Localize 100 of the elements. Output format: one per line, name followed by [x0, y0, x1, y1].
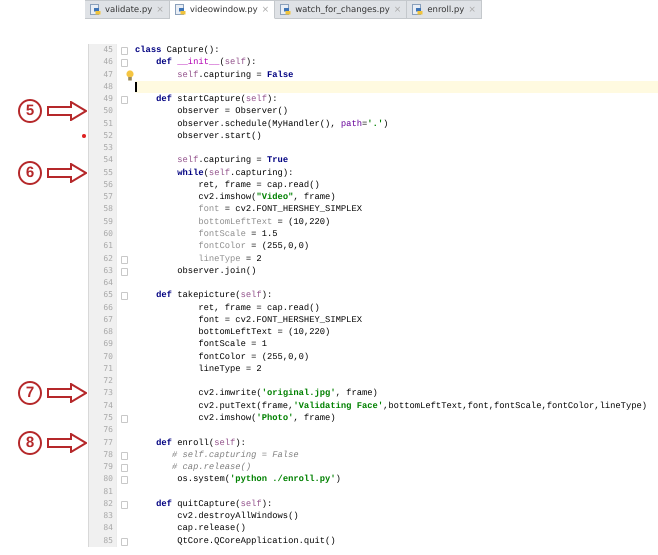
line-number: 50: [88, 105, 116, 118]
code-line: self.capturing = False: [176, 70, 294, 80]
line-number: 82: [88, 498, 116, 510]
code-line: def enroll(self):: [155, 438, 246, 448]
line-number: 49: [88, 93, 116, 106]
code-line: cap.release(): [176, 523, 246, 534]
code-line: fontColor = (255,0,0): [197, 241, 310, 252]
line-number: 60: [88, 228, 116, 240]
line-number: 58: [88, 203, 116, 216]
python-file-icon: [174, 4, 186, 15]
editor-tab[interactable]: validate.py ×: [85, 0, 170, 19]
line-number: 65: [88, 289, 116, 302]
code-line: os.system('python ./enroll.py'): [176, 474, 341, 484]
line-number: 67: [88, 314, 116, 326]
fold-icon[interactable]: [121, 476, 128, 484]
fold-icon[interactable]: [121, 452, 128, 460]
fold-icon[interactable]: [121, 414, 128, 423]
editor-tab[interactable]: watch_for_changes.py ×: [275, 0, 408, 19]
code-line: cv2.imwrite('original.jpg', frame): [197, 388, 378, 398]
code-line: bottomLeftText = (10,220): [197, 327, 330, 338]
code-line: font = cv2.FONT_HERSHEY_SIMPLEX: [197, 314, 362, 325]
editor-tab[interactable]: videowindow.py ×: [170, 0, 276, 19]
callout-arrow: [47, 101, 87, 122]
code-line: lineType = 2: [197, 254, 262, 264]
line-number: 83: [88, 510, 116, 522]
text-cursor: [135, 82, 137, 92]
code-line: while(self.capturing):: [176, 168, 294, 178]
line-number: 79: [88, 461, 116, 474]
code-line: ret, frame = cap.read(): [197, 302, 320, 313]
line-number: 45: [88, 44, 116, 56]
line-number: 62: [88, 252, 116, 265]
code-line: fontScale = 1: [197, 339, 267, 350]
code-line: def __init__(self):: [155, 57, 256, 68]
line-number: 64: [88, 277, 116, 290]
line-number: 56: [88, 178, 116, 192]
line-number: 78: [88, 448, 116, 462]
line-number: 59: [88, 216, 116, 228]
fold-icon[interactable]: [121, 464, 128, 472]
code-line: observer.join(): [176, 266, 256, 276]
line-number: 61: [88, 240, 116, 253]
line-number: 69: [88, 338, 116, 351]
line-number: 54: [88, 154, 116, 167]
code-line: cv2.imshow('Photo', frame): [197, 412, 336, 423]
code-line: lineType = 2: [197, 364, 262, 374]
line-number: 85: [88, 534, 116, 547]
code-line: cv2.destroyAllWindows(): [176, 511, 299, 522]
python-file-icon: [90, 4, 101, 15]
fold-icon[interactable]: [121, 47, 128, 55]
code-line: # self.capturing = False: [170, 450, 299, 460]
line-number: 51: [88, 118, 116, 130]
line-number: 74: [88, 400, 116, 412]
code-line: observer = Observer(): [176, 106, 288, 116]
fold-icon[interactable]: [121, 96, 128, 104]
line-number: 71: [88, 362, 116, 376]
code-line: ret, frame = cap.read(): [197, 180, 320, 190]
line-number: 66: [88, 302, 116, 314]
editor-tab[interactable]: enroll.py ×: [407, 0, 482, 19]
fold-icon[interactable]: [121, 268, 128, 276]
code-line: QtCore.QCoreApplication.quit(): [176, 536, 336, 546]
lightbulb-icon[interactable]: [126, 70, 134, 81]
line-number: 52: [88, 130, 116, 142]
line-number: 68: [88, 326, 116, 338]
code-line: def startCapture(self):: [155, 94, 278, 104]
line-number: 80: [88, 473, 116, 486]
code-line: cv2.putText(frame,'Validating Face',bottomLeftText,font,fontScale,fontColor,lineType): [197, 400, 648, 411]
python-file-icon: [412, 4, 424, 15]
code-line: observer.start(): [176, 130, 262, 141]
line-number: 53: [88, 142, 116, 154]
line-number: 47: [88, 68, 116, 81]
line-number: 77: [88, 436, 116, 449]
code-line: class Capture():: [135, 45, 220, 55]
line-number: 46: [88, 56, 116, 69]
python-file-icon: [280, 4, 292, 15]
callout-arrow: [47, 383, 87, 404]
callout-arrow: [47, 162, 87, 183]
fold-icon[interactable]: [121, 59, 128, 68]
code-line: font = cv2.FONT_HERSHEY_SIMPLEX: [197, 204, 362, 214]
line-number: 81: [88, 486, 116, 498]
line-number: 75: [88, 412, 116, 424]
fold-icon[interactable]: [121, 538, 128, 546]
callout-arrow: [47, 432, 87, 452]
line-number: 57: [88, 191, 116, 204]
line-number: 76: [88, 424, 116, 437]
fold-icon[interactable]: [121, 256, 128, 264]
code-line: observer.schedule(MyHandler(), path='.'): [176, 118, 388, 129]
line-number: 73: [88, 387, 116, 400]
code-line: self.capturing = True: [176, 155, 288, 166]
step-number: 7: [18, 381, 42, 406]
fold-icon[interactable]: [121, 292, 128, 300]
code-line: bottomLeftText = (10,220): [197, 216, 330, 227]
line-number: 70: [88, 350, 116, 363]
code-line: fontScale = 1.5: [197, 228, 278, 239]
code-line: fontColor = (255,0,0): [197, 352, 310, 362]
code-line: def takepicture(self):: [155, 290, 272, 300]
fold-icon[interactable]: [121, 500, 128, 509]
line-number: 72: [88, 375, 116, 388]
line-number: 63: [88, 264, 116, 278]
code-line: # cap.release(): [170, 462, 252, 472]
code-line: def quitCapture(self):: [155, 498, 272, 509]
line-number: 55: [88, 166, 116, 179]
